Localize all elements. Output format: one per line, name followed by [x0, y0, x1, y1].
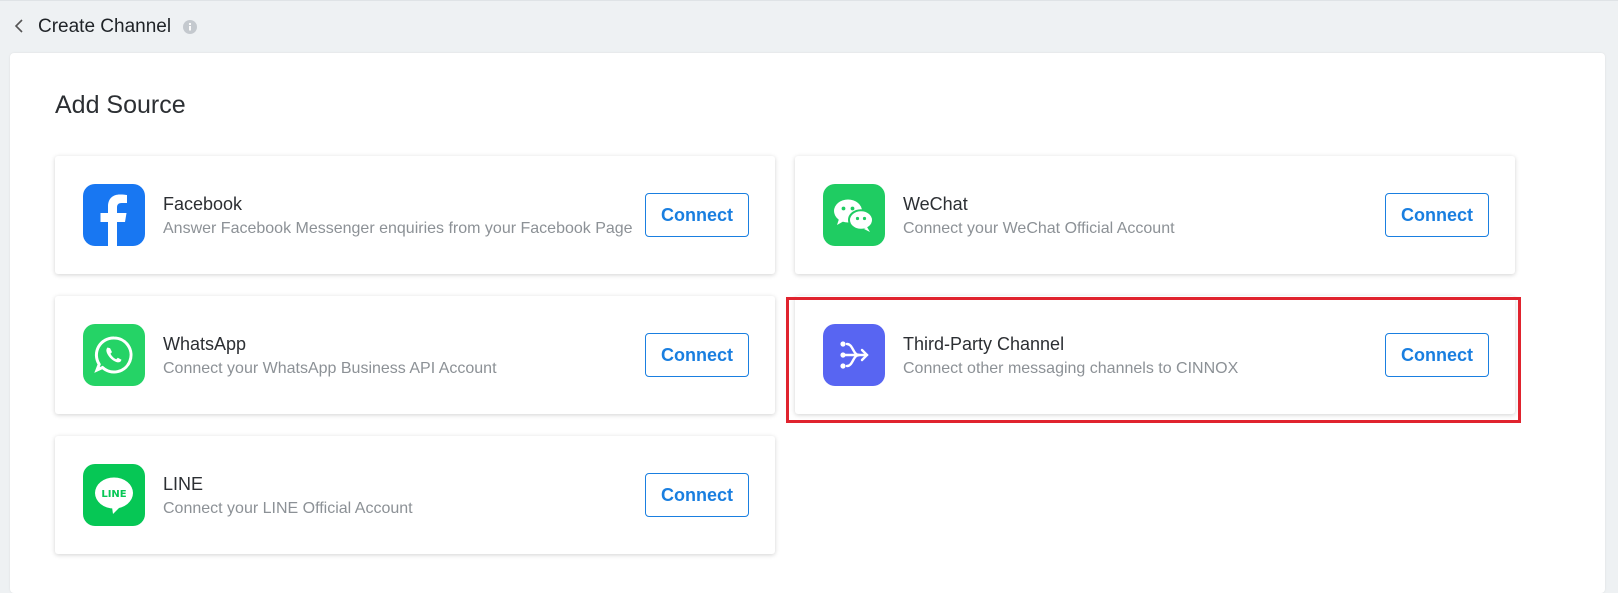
channel-card-facebook: Facebook Answer Facebook Messenger enqui…: [55, 156, 775, 274]
third-party-channel-icon: [823, 324, 885, 386]
channel-name: WeChat: [903, 194, 968, 214]
channel-description: Connect your WeChat Official Account: [903, 220, 1175, 237]
channel-card-third-party: Third-Party Channel Connect other messag…: [795, 296, 1515, 414]
channel-name: LINE: [163, 474, 204, 494]
channel-description: Connect your LINE Official Account: [163, 500, 413, 517]
top-bar: Create Channel: [0, 0, 1618, 53]
channel-card-whatsapp: WhatsApp Connect your WhatsApp Business …: [55, 296, 775, 414]
whatsapp-icon: [83, 324, 145, 386]
channel-card-line: LINE LINE Connect your LINE Official Acc…: [55, 436, 775, 554]
channel-name: Third-Party Channel: [903, 334, 1065, 354]
channel-name: WhatsApp: [163, 334, 247, 354]
channel-description: Connect your WhatsApp Business API Accou…: [163, 360, 497, 377]
channel-name: Facebook: [163, 194, 243, 214]
back-button[interactable]: [12, 17, 28, 35]
page-title: Create Channel: [38, 16, 172, 37]
connect-line-button[interactable]: Connect: [645, 473, 749, 517]
svg-text:LINE: LINE: [101, 489, 126, 500]
chevron-left-icon: [14, 19, 23, 33]
section-title: Add Source: [55, 91, 186, 119]
channel-description: Connect other messaging channels to CINN…: [903, 360, 1239, 377]
facebook-icon: [83, 184, 145, 246]
connect-third-party-button[interactable]: Connect: [1385, 333, 1489, 377]
channel-card-wechat: WeChat Connect your WeChat Official Acco…: [795, 156, 1515, 274]
content-panel: Add Source Facebook Answer Facebook Mess…: [10, 53, 1605, 593]
info-icon[interactable]: [183, 20, 197, 34]
connect-facebook-button[interactable]: Connect: [645, 193, 749, 237]
wechat-icon: [823, 184, 885, 246]
channel-description: Answer Facebook Messenger enquiries from…: [163, 220, 633, 237]
connect-whatsapp-button[interactable]: Connect: [645, 333, 749, 377]
connect-wechat-button[interactable]: Connect: [1385, 193, 1489, 237]
line-icon: LINE: [83, 464, 145, 526]
